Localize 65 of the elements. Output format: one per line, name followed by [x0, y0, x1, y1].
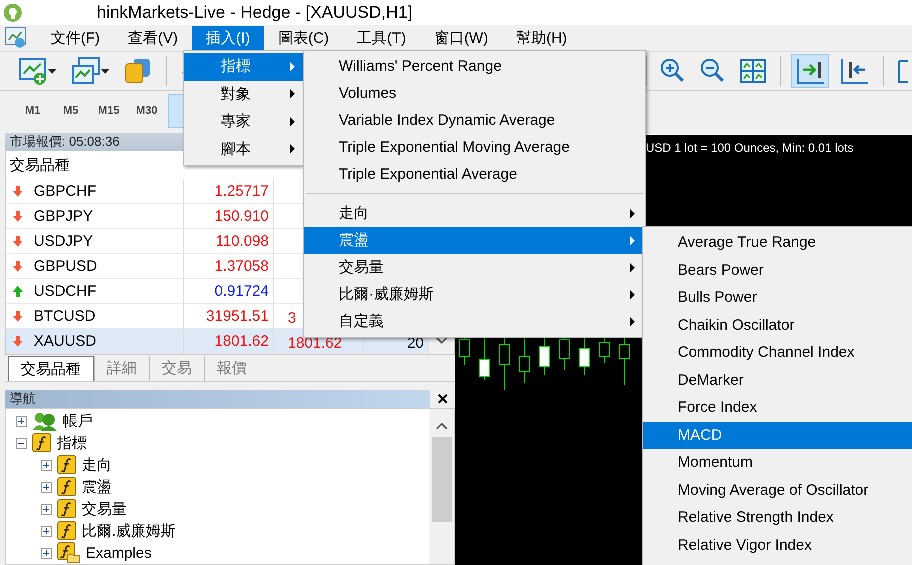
- menu-item[interactable]: 窗口(W): [420, 26, 502, 50]
- menu-item[interactable]: 對象: [184, 80, 303, 108]
- window-title: hinkMarkets-Live - Hedge - [XAUUSD,H1]: [97, 2, 413, 22]
- symbol-name: GBPJPY: [34, 208, 94, 224]
- menu-item[interactable]: 專家: [184, 108, 303, 136]
- tree-item[interactable]: 走向: [82, 456, 112, 474]
- symbol-cell[interactable]: USDCHF: [6, 279, 184, 304]
- timeframe-button[interactable]: M15: [90, 94, 128, 126]
- menu-item[interactable]: Momentum: [643, 449, 912, 476]
- menu-item[interactable]: Relative Strength Index: [643, 504, 912, 532]
- menu-item[interactable]: 文件(F): [37, 26, 114, 50]
- menu-item[interactable]: Williams' Percent Range: [304, 53, 645, 80]
- menu-item[interactable]: 查看(V): [114, 26, 192, 50]
- symbol-cell[interactable]: GBPJPY: [6, 204, 184, 229]
- menu-item[interactable]: Chaikin Oscillator: [643, 312, 912, 339]
- menu-item[interactable]: MACD: [643, 422, 912, 449]
- tab[interactable]: 報價: [204, 356, 259, 381]
- menu-item[interactable]: Variable Index Dynamic Average: [304, 107, 645, 134]
- menu-item[interactable]: 指標: [184, 53, 303, 80]
- menu-item[interactable]: Triple Exponential Average: [304, 161, 645, 188]
- menu-item[interactable]: DeMarker: [643, 366, 912, 394]
- tree-item[interactable]: Examples: [86, 544, 152, 562]
- tab[interactable]: 交易品種: [8, 356, 94, 381]
- timeframe-button[interactable]: M1: [14, 94, 52, 126]
- tree-item[interactable]: 震盪: [82, 478, 112, 496]
- symbol-cell[interactable]: GBPUSD: [6, 254, 184, 279]
- menu-item[interactable]: 插入(I): [192, 26, 264, 50]
- bid-cell: 1801.62: [184, 329, 274, 354]
- tree-item[interactable]: 比爾.威廉姆斯: [82, 522, 176, 540]
- tree-item[interactable]: 交易量: [82, 500, 127, 518]
- chart-info: USD 1 lot = 100 Ounces, Min: 0.01 lots: [646, 141, 855, 155]
- menu-item[interactable]: Bulls Power: [643, 284, 912, 312]
- menu-item[interactable]: Relative Vigor Index: [643, 532, 912, 559]
- menu-item[interactable]: 震盪: [304, 227, 645, 254]
- bid-cell: 110.098: [184, 229, 274, 254]
- symbol-name: GBPUSD: [34, 258, 98, 274]
- tab[interactable]: 詳細: [94, 356, 149, 381]
- menu-item[interactable]: Force Index: [643, 394, 912, 422]
- column-header: 交易品種: [9, 156, 71, 176]
- bid-cell: 150.910: [184, 204, 274, 229]
- symbol-cell[interactable]: XAUUSD: [6, 329, 184, 354]
- symbol-cell[interactable]: USDJPY: [6, 229, 184, 254]
- symbol-cell[interactable]: GBPCHF: [6, 179, 184, 204]
- tree-item[interactable]: 指標: [57, 434, 87, 452]
- tab[interactable]: 交易: [149, 356, 204, 381]
- menu-item[interactable]: 圖表(C): [264, 26, 344, 50]
- symbol-name: BTCUSD: [34, 308, 96, 324]
- bid-cell: 0.91724: [184, 279, 274, 304]
- timeframe-button[interactable]: M30: [128, 94, 166, 126]
- bid-cell: 1.37058: [184, 254, 274, 279]
- menu-item[interactable]: Average True Range: [643, 229, 912, 256]
- navigator-title: 導航: [5, 390, 430, 408]
- symbol-name: GBPCHF: [34, 182, 97, 200]
- symbol-name: XAUUSD: [34, 332, 97, 350]
- menu-item[interactable]: Volumes: [304, 80, 645, 107]
- timeframe-button[interactable]: M5: [52, 94, 90, 126]
- symbol-name: USDCHF: [34, 282, 96, 300]
- symbol-name: USDJPY: [34, 232, 94, 250]
- menu-item[interactable]: Commodity Channel Index: [643, 339, 912, 366]
- bid-cell: 1.25717: [184, 179, 274, 204]
- menu-item[interactable]: Bears Power: [643, 256, 912, 284]
- menu-item[interactable]: 幫助(H): [502, 26, 582, 50]
- tree-item[interactable]: 帳戶: [63, 412, 93, 430]
- menu-item[interactable]: Moving Average of Oscillator: [643, 476, 912, 504]
- menu-item[interactable]: 工具(T): [343, 26, 420, 50]
